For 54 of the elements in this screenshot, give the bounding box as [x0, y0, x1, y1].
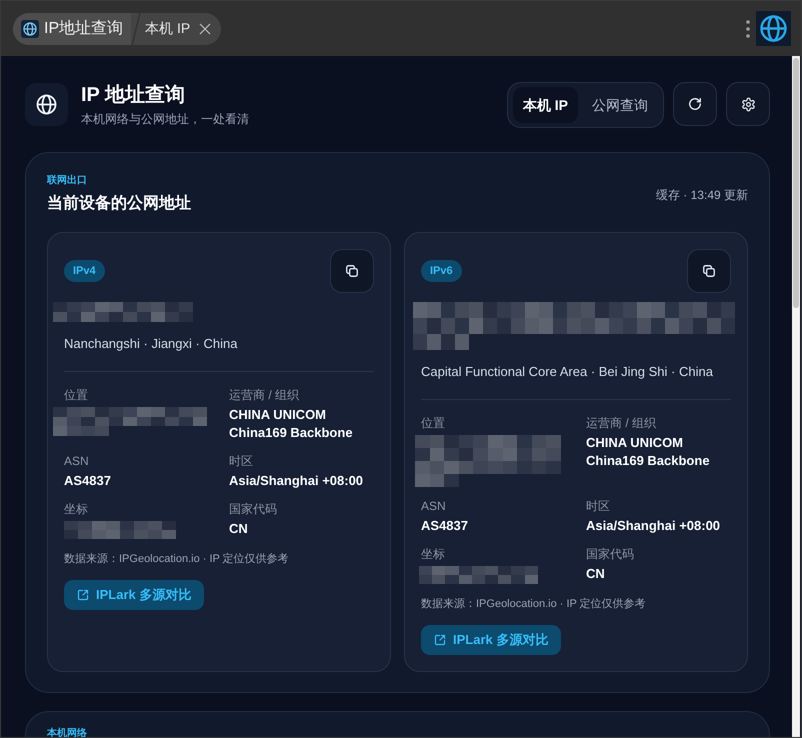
field-value: CN: [229, 520, 249, 538]
page-subtitle: 本机网络与公网地址，一处看清: [81, 111, 249, 127]
settings-button[interactable]: [726, 82, 770, 126]
globe-icon: [25, 83, 68, 126]
field-label: ASN: [421, 498, 447, 514]
view-tab[interactable]: 本机 IP: [512, 87, 578, 123]
field-label: 国家代码: [229, 501, 278, 517]
field-label: ASN: [64, 453, 90, 469]
view-tab[interactable]: 公网查询: [582, 87, 658, 123]
copy-button[interactable]: [687, 249, 731, 293]
external-link-icon: [434, 634, 446, 646]
more-options-icon[interactable]: [746, 20, 750, 38]
field-value: CN: [586, 565, 606, 583]
field-value: AS4837: [64, 472, 112, 490]
copy-icon: [345, 264, 359, 278]
field-label: 位置: [421, 415, 446, 431]
globe-icon: [21, 20, 39, 38]
external-link-icon: [77, 589, 89, 601]
location-text: Nanchangshi · Jiangxi · China: [64, 335, 238, 353]
ip-version-badge: IPv6: [421, 260, 462, 282]
field-label: 时区: [229, 453, 254, 469]
compare-link-button[interactable]: IPLark 多源对比: [421, 625, 562, 655]
copy-icon: [702, 264, 716, 278]
app-tab[interactable]: IP地址查询: [13, 12, 132, 44]
section-title: 当前设备的公网地址: [47, 194, 191, 214]
field-value: CHINA UNICOM China169 Backbone: [586, 434, 711, 470]
field-label: 运营商 / 组织: [229, 387, 300, 403]
cache-status: 缓存 · 13:49 更新: [656, 186, 748, 202]
globe-app-icon[interactable]: [756, 11, 791, 46]
refresh-button[interactable]: [673, 82, 717, 126]
field-value: Asia/Shanghai +08:00: [586, 517, 722, 535]
compare-link-button[interactable]: IPLark 多源对比: [64, 580, 204, 610]
field-label: 位置: [64, 387, 89, 403]
data-source-note: 数据来源：IPGeolocation.io · IP 定位仅供参考: [421, 597, 647, 612]
section-eyebrow: 联网出口: [47, 175, 88, 187]
field-value: AS4837: [421, 517, 469, 535]
page-tab[interactable]: 本机 IP: [141, 12, 222, 44]
close-icon[interactable]: [199, 22, 212, 34]
field-label: 坐标: [64, 501, 89, 517]
field-label: 坐标: [421, 546, 446, 562]
field-label: 国家代码: [586, 546, 635, 562]
refresh-icon: [688, 97, 702, 111]
location-text: Capital Functional Core Area · Bei Jing Shi · China: [421, 363, 714, 381]
page-title: IP 地址查询: [81, 83, 186, 108]
tab-separator: [131, 12, 142, 44]
field-value: Asia/Shanghai +08:00: [229, 472, 364, 490]
field-label: 运营商 / 组织: [586, 415, 658, 431]
settings-icon: [740, 96, 756, 112]
field-value: CHINA UNICOM China169 Backbone: [229, 406, 354, 442]
scrollbar-thumb[interactable]: [793, 58, 799, 308]
data-source-note: 数据来源：IPGeolocation.io · IP 定位仅供参考: [64, 552, 290, 567]
field-label: 时区: [586, 498, 611, 514]
copy-button[interactable]: [330, 249, 374, 293]
ip-version-badge: IPv4: [64, 260, 105, 282]
